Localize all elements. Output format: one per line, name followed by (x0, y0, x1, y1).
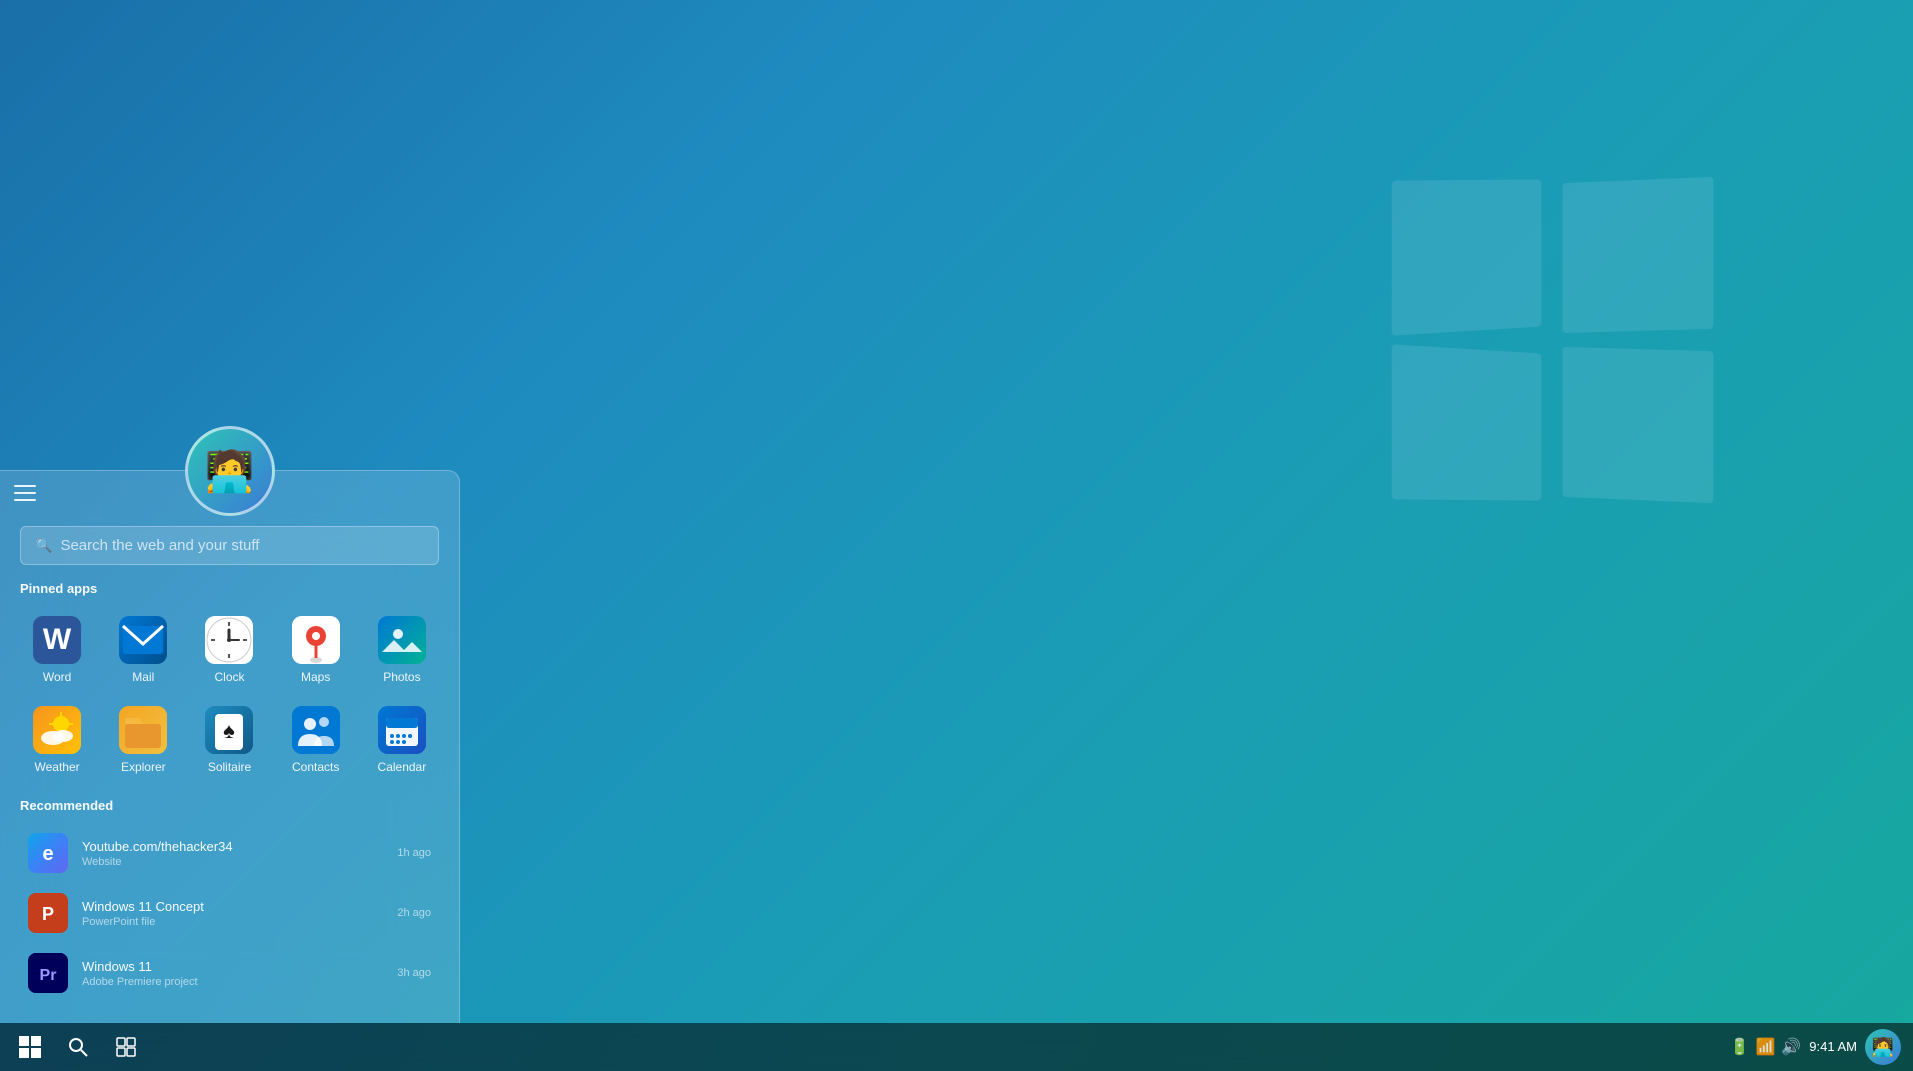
app-clock[interactable]: Clock (188, 606, 270, 692)
word-label: Word (43, 670, 71, 684)
win-pane-4 (1563, 347, 1714, 503)
task-view-button[interactable] (104, 1025, 148, 1069)
pinned-apps-title: Pinned apps (0, 581, 459, 606)
app-word[interactable]: W Word (16, 606, 98, 692)
rec-windows11[interactable]: Pr Windows 11 Adobe Premiere project 3h … (20, 943, 439, 1003)
photos-label: Photos (383, 670, 420, 684)
app-maps[interactable]: Maps (275, 606, 357, 692)
rec-concept-name: Windows 11 Concept (82, 899, 383, 914)
photos-icon (378, 616, 426, 664)
word-icon: W (33, 616, 81, 664)
win-pane-3 (1392, 344, 1542, 500)
weather-label: Weather (35, 760, 80, 774)
explorer-icon (119, 706, 167, 754)
start-button[interactable] (8, 1025, 52, 1069)
hamburger-menu[interactable] (14, 485, 36, 501)
app-weather[interactable]: Weather (16, 696, 98, 782)
clock-time: 9:41 AM (1809, 1038, 1857, 1056)
explorer-label: Explorer (121, 760, 166, 774)
search-input[interactable] (60, 537, 424, 554)
pinned-apps-grid: W Word Mail (0, 606, 459, 798)
calendar-label: Calendar (378, 760, 427, 774)
powerpoint-icon: P (28, 893, 68, 933)
recommended-title: Recommended (0, 798, 459, 823)
rec-youtube[interactable]: e Youtube.com/thehacker34 Website 1h ago (20, 823, 439, 883)
taskbar: 🔋 📶 🔊 9:41 AM 🧑‍💻 (0, 1023, 1913, 1071)
rec-win11-time: 3h ago (397, 967, 431, 979)
app-mail[interactable]: Mail (102, 606, 184, 692)
contacts-icon (292, 706, 340, 754)
app-explorer[interactable]: Explorer (102, 696, 184, 782)
wifi-icon: 📶 (1755, 1037, 1775, 1057)
battery-icon: 🔋 (1730, 1037, 1750, 1057)
clock-label: Clock (214, 670, 244, 684)
desktop: 🧑‍💻 🔍 Pinned apps W Word (0, 0, 1913, 1071)
solitaire-icon: ♠ (205, 706, 253, 754)
contacts-label: Contacts (292, 760, 339, 774)
maps-icon (292, 616, 340, 664)
win-pane-1 (1392, 179, 1542, 335)
app-photos[interactable]: Photos (361, 606, 443, 692)
solitaire-label: Solitaire (208, 760, 251, 774)
svg-text:Pr: Pr (40, 967, 57, 984)
edge-icon: e (28, 833, 68, 873)
mail-label: Mail (132, 670, 154, 684)
rec-concept-time: 2h ago (397, 907, 431, 919)
app-contacts[interactable]: Contacts (275, 696, 357, 782)
premiere-icon: Pr (28, 953, 68, 993)
clock-display[interactable]: 9:41 AM (1809, 1038, 1857, 1056)
search-icon: 🔍 (35, 537, 52, 554)
rec-win11-name: Windows 11 (82, 959, 383, 974)
maps-label: Maps (301, 670, 330, 684)
weather-icon (33, 706, 81, 754)
app-solitaire[interactable]: ♠ Solitaire (188, 696, 270, 782)
volume-icon: 🔊 (1781, 1037, 1801, 1057)
rec-windows11concept[interactable]: P Windows 11 Concept PowerPoint file 2h … (20, 883, 439, 943)
rec-concept-type: PowerPoint file (82, 916, 383, 928)
rec-concept-info: Windows 11 Concept PowerPoint file (82, 899, 383, 928)
recommended-section: e Youtube.com/thehacker34 Website 1h ago… (0, 823, 459, 1003)
rec-win11-info: Windows 11 Adobe Premiere project (82, 959, 383, 988)
taskbar-left (8, 1025, 148, 1069)
taskbar-right: 🔋 📶 🔊 9:41 AM 🧑‍💻 (1730, 1029, 1905, 1065)
svg-text:e: e (42, 843, 53, 865)
user-avatar-area: 🧑‍💻 (0, 426, 459, 516)
calendar-icon (378, 706, 426, 754)
rec-youtube-name: Youtube.com/thehacker34 (82, 839, 383, 854)
rec-youtube-time: 1h ago (397, 847, 431, 859)
avatar[interactable]: 🧑‍💻 (185, 426, 275, 516)
taskbar-avatar[interactable]: 🧑‍💻 (1865, 1029, 1901, 1065)
win-pane-2 (1563, 177, 1714, 333)
svg-text:♠: ♠ (224, 718, 236, 743)
start-menu: 🧑‍💻 🔍 Pinned apps W Word (0, 470, 460, 1023)
rec-youtube-info: Youtube.com/thehacker34 Website (82, 839, 383, 868)
clock-icon (205, 616, 253, 664)
taskbar-search-button[interactable] (56, 1025, 100, 1069)
mail-icon (119, 616, 167, 664)
search-bar[interactable]: 🔍 (20, 526, 439, 565)
rec-youtube-type: Website (82, 856, 383, 868)
rec-win11-type: Adobe Premiere project (82, 976, 383, 988)
app-calendar[interactable]: Calendar (361, 696, 443, 782)
sys-tray: 🔋 📶 🔊 (1730, 1037, 1802, 1057)
windows-logo (1393, 180, 1713, 500)
svg-text:P: P (42, 904, 54, 924)
